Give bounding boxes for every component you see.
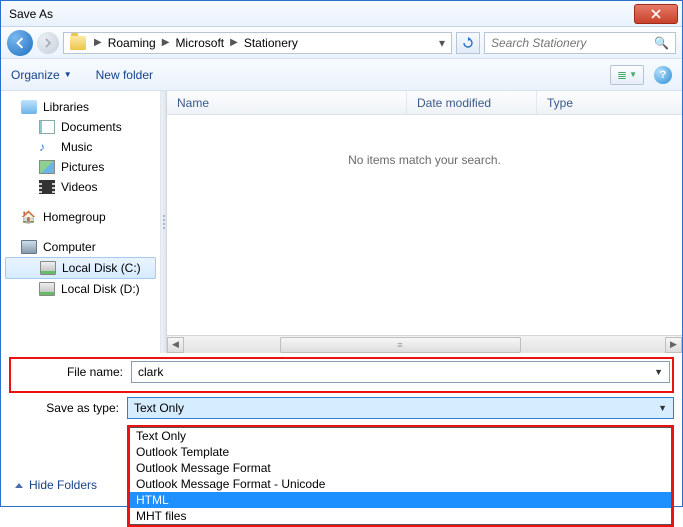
filename-field[interactable] [138,365,654,379]
hide-folders-button[interactable]: Hide Folders [15,478,97,492]
empty-message: No items match your search. [167,115,682,335]
file-list-area: Name Date modified Type No items match y… [167,91,682,353]
breadcrumb-segment[interactable]: Stationery [242,36,300,50]
sidebar: Libraries Documents ♪Music Pictures Vide… [1,91,161,353]
breadcrumb[interactable]: ▶ Roaming ▶ Microsoft ▶ Stationery ▾ [63,32,452,54]
window-title: Save As [9,7,634,21]
option-outlook-message-format[interactable]: Outlook Message Format [130,460,671,476]
sidebar-item-computer[interactable]: Computer [1,237,160,257]
view-options-button[interactable]: ≣▼ [610,65,644,85]
search-input[interactable] [491,36,654,50]
breadcrumb-segment[interactable]: Roaming [106,36,158,50]
close-button[interactable] [634,4,678,24]
chevron-down-icon[interactable]: ▼ [658,403,667,413]
help-button[interactable]: ? [654,66,672,84]
scroll-thumb[interactable]: ≡ [280,337,521,353]
nav-bar: ▶ Roaming ▶ Microsoft ▶ Stationery ▾ 🔍 [1,27,682,59]
title-bar: Save As [1,1,682,27]
sidebar-item-local-c[interactable]: Local Disk (C:) [5,257,156,279]
scroll-track[interactable]: ≡ [184,337,665,353]
saveastype-combo[interactable]: Text Only ▼ [127,397,674,419]
save-as-dialog: Save As ▶ Roaming ▶ Microsoft ▶ Statione… [0,0,683,507]
chevron-right-icon: ▶ [90,37,106,48]
option-html[interactable]: HTML [130,492,671,508]
arrow-left-icon [14,37,26,49]
highlight-filename: File name: ▼ [9,357,674,393]
sidebar-item-music[interactable]: ♪Music [1,137,160,157]
nav-forward-button[interactable] [37,32,59,54]
scroll-right-button[interactable]: ▶ [665,337,682,353]
saveastype-dropdown[interactable]: Text Only Outlook Template Outlook Messa… [129,427,672,525]
sidebar-item-videos[interactable]: Videos [1,177,160,197]
saveastype-label: Save as type: [9,401,127,415]
breadcrumb-tail: ▾ [439,36,449,50]
sidebar-item-homegroup[interactable]: 🏠Homegroup [1,207,160,227]
filename-input[interactable]: ▼ [131,361,670,383]
breadcrumb-segment[interactable]: Microsoft [173,36,226,50]
option-outlook-template[interactable]: Outlook Template [130,444,671,460]
sidebar-item-documents[interactable]: Documents [1,117,160,137]
form-area: File name: ▼ Save as type: Text Only ▼ [1,353,682,527]
highlight-dropdown: Text Only Outlook Template Outlook Messa… [127,425,674,527]
option-text-only[interactable]: Text Only [130,428,671,444]
arrow-right-icon [43,38,53,48]
pictures-icon [39,160,55,174]
sidebar-item-libraries[interactable]: Libraries [1,97,160,117]
disk-icon [40,261,56,275]
folder-icon [70,36,86,50]
horizontal-scrollbar[interactable]: ◀ ≡ ▶ [167,335,682,353]
sidebar-item-local-d[interactable]: Local Disk (D:) [1,279,160,299]
disk-icon [39,282,55,296]
search-box[interactable]: 🔍 [484,32,676,54]
refresh-icon [462,37,474,49]
new-folder-button[interactable]: New folder [96,68,153,82]
column-name[interactable]: Name [167,91,407,114]
nav-back-button[interactable] [7,30,33,56]
chevron-down-icon[interactable]: ▼ [654,367,663,377]
option-mht-files[interactable]: MHT files [130,508,671,524]
column-type[interactable]: Type [537,91,682,114]
body: Libraries Documents ♪Music Pictures Vide… [1,91,682,353]
view-icon: ≣ [617,68,627,82]
refresh-button[interactable] [456,32,480,54]
libraries-icon [21,100,37,114]
chevron-down-icon: ▼ [629,70,637,79]
close-icon [651,9,661,19]
chevron-right-icon: ▶ [226,37,242,48]
videos-icon [39,180,55,194]
caret-up-icon [15,483,23,488]
homegroup-icon: 🏠 [21,210,37,224]
scroll-left-button[interactable]: ◀ [167,337,184,353]
filename-label: File name: [13,365,131,379]
search-icon: 🔍 [654,36,669,50]
organize-button[interactable]: Organize ▼ [11,68,72,82]
music-icon: ♪ [39,140,55,154]
option-outlook-message-format-unicode[interactable]: Outlook Message Format - Unicode [130,476,671,492]
document-icon [39,120,55,134]
chevron-down-icon[interactable]: ▾ [439,36,445,50]
column-date[interactable]: Date modified [407,91,537,114]
column-headers: Name Date modified Type [167,91,682,115]
computer-icon [21,240,37,254]
sidebar-item-pictures[interactable]: Pictures [1,157,160,177]
chevron-down-icon: ▼ [64,70,72,79]
chevron-right-icon: ▶ [158,37,174,48]
toolbar: Organize ▼ New folder ≣▼ ? [1,59,682,91]
saveastype-value: Text Only [134,401,184,415]
